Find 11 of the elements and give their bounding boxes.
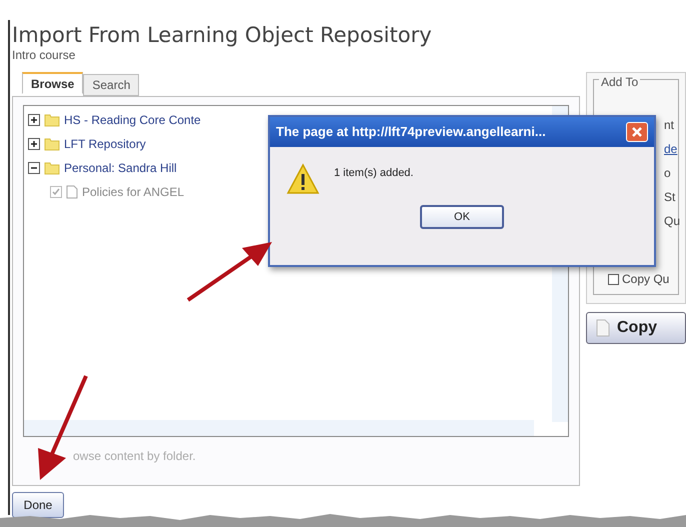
hint-text: owse content by folder. (72, 448, 197, 465)
label-text: nt (664, 117, 676, 134)
label-text: de (664, 141, 678, 158)
label-text: Qu (664, 213, 678, 230)
page-subtitle: Intro course (12, 48, 76, 62)
dialog-title: The page at http://lft74preview.angellearni... (276, 123, 546, 142)
dialog-message: 1 item(s) added. (334, 166, 414, 181)
checkbox-label: Copy Qu (622, 271, 670, 288)
page-title: Import From Learning Object Repository (12, 22, 433, 48)
label-text: o (664, 165, 672, 182)
label-text: St (664, 189, 676, 206)
